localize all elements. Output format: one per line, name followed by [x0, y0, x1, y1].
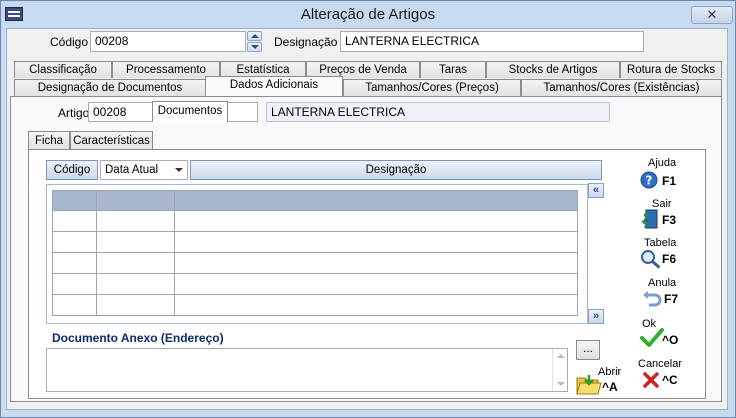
exit-button[interactable]: Sair F3: [638, 198, 684, 232]
table-button[interactable]: Tabela F6: [638, 237, 684, 271]
tab-ficha[interactable]: Ficha: [28, 131, 70, 150]
tab-classificacao[interactable]: Classificação: [14, 61, 112, 78]
memo-scrollbar[interactable]: [552, 349, 567, 391]
tab-processamento[interactable]: Processamento: [112, 61, 220, 78]
table-row[interactable]: [52, 273, 578, 295]
check-icon: [640, 328, 664, 347]
tab-tamanhos-cores-existencias[interactable]: Tamanhos/Cores (Existências): [521, 79, 722, 96]
scroll-up-button[interactable]: «: [588, 183, 604, 198]
help-label: Ajuda: [648, 157, 677, 169]
chevron-down-icon[interactable]: [171, 161, 187, 179]
date-select-value: Data Atual: [105, 164, 159, 176]
cancel-shortcut: ^C: [662, 373, 678, 387]
tab-dados-adicionais[interactable]: Dados Adicionais: [205, 76, 343, 96]
date-select[interactable]: Data Atual: [100, 160, 188, 180]
attachment-label: Documento Anexo (Endereço): [52, 331, 224, 345]
spin-down-icon[interactable]: [247, 42, 262, 52]
code-column-button[interactable]: Código: [46, 160, 98, 180]
exit-door-icon: [641, 209, 658, 229]
tab-caracteristicas[interactable]: Características: [70, 131, 153, 150]
undo-label: Anula: [648, 277, 677, 289]
undo-shortcut: F7: [664, 292, 679, 306]
browse-button[interactable]: ...: [576, 340, 600, 360]
designation-column-button[interactable]: Designação: [190, 160, 602, 180]
undo-icon: [643, 291, 662, 307]
table-label: Tabela: [644, 237, 677, 249]
svg-text:?: ?: [646, 174, 653, 188]
open-shortcut: ^A: [602, 380, 618, 394]
spin-up-icon[interactable]: [247, 31, 262, 41]
documents-grid[interactable]: [46, 184, 588, 324]
code-label: Código: [50, 35, 89, 49]
tab-designacao-de-documentos[interactable]: Designação de Documentos: [14, 79, 206, 96]
help-button[interactable]: Ajuda ? F1: [638, 157, 684, 191]
scroll-down-button[interactable]: »: [588, 309, 604, 324]
close-button[interactable]: ✕: [691, 6, 733, 24]
open-button[interactable]: Abrir ^A: [576, 366, 626, 400]
tab-taras[interactable]: Taras: [420, 61, 486, 78]
tab-stocks-de-artigos[interactable]: Stocks de Artigos: [486, 61, 620, 78]
tab-documentos[interactable]: Documentos: [152, 101, 228, 122]
ok-shortcut: ^O: [662, 333, 679, 347]
code-spinner[interactable]: [247, 31, 262, 52]
cancel-label: Cancelar: [638, 358, 683, 370]
tab-rotura-de-stocks[interactable]: Rotura de Stocks: [620, 61, 722, 78]
article-label: Artigo: [58, 106, 90, 120]
undo-button[interactable]: Anula F7: [638, 277, 684, 311]
x-icon: [643, 372, 659, 388]
designation-field[interactable]: LANTERNA ELECTRICA: [340, 31, 644, 52]
table-row[interactable]: [52, 231, 578, 253]
attachment-address-field[interactable]: [46, 348, 568, 392]
cancel-button[interactable]: Cancelar ^C: [636, 358, 686, 392]
table-row[interactable]: [52, 210, 578, 232]
code-field[interactable]: 00208: [90, 31, 246, 52]
title-bar: Alteração de Artigos ✕: [1, 1, 735, 29]
exit-shortcut: F3: [662, 213, 677, 227]
table-row[interactable]: [52, 252, 578, 274]
table-shortcut: F6: [662, 252, 677, 266]
ok-button[interactable]: Ok ^O: [638, 318, 684, 352]
documents-table: [52, 190, 578, 316]
open-label: Abrir: [598, 366, 622, 378]
article-name-field: LANTERNA ELECTRICA: [266, 102, 610, 122]
tab-tamanhos-cores-precos[interactable]: Tamanhos/Cores (Preços): [343, 79, 521, 96]
window-title: Alteração de Artigos: [300, 6, 436, 23]
magnifier-icon: [641, 250, 661, 269]
help-shortcut: F1: [662, 174, 677, 188]
help-icon: ?: [640, 171, 658, 189]
designation-label: Designação: [274, 35, 338, 49]
table-header-row: [52, 190, 578, 211]
table-row[interactable]: [52, 294, 578, 316]
